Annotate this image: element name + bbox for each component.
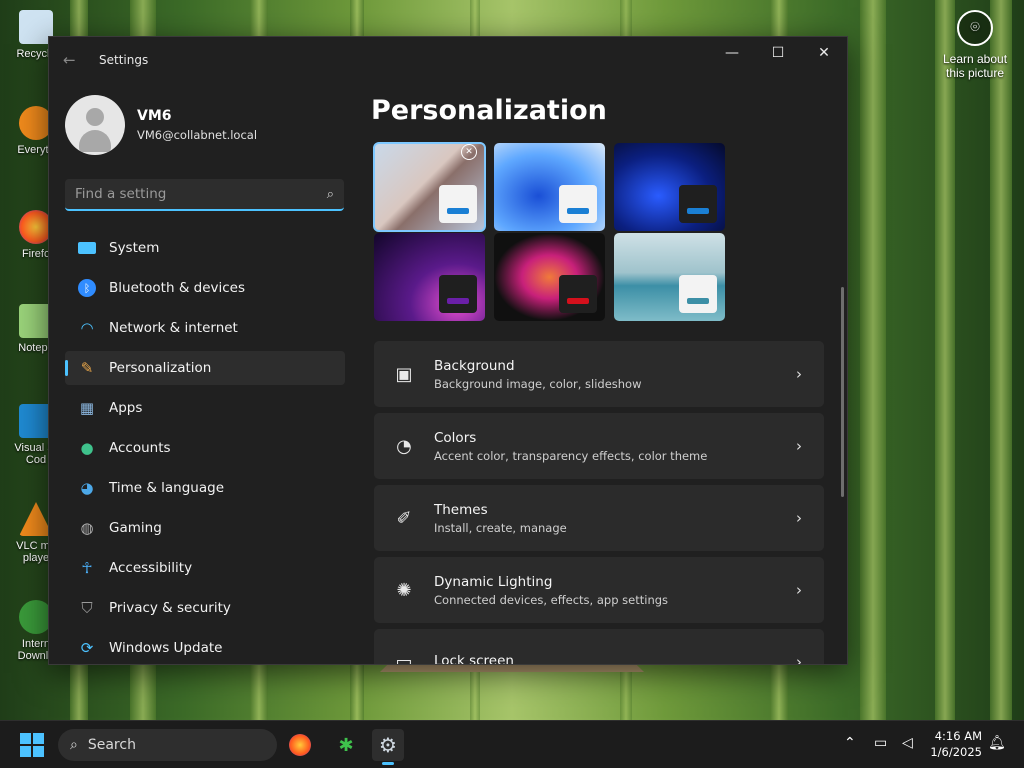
taskbar-settings[interactable]: ⚙	[372, 729, 404, 765]
chevron-up-icon[interactable]: ⌃	[844, 735, 856, 751]
taskbar: ⌕ Search ✱ ⚙ ⌃ ▭ ◁ 4:16 AM 1/6/2025 🔔︎	[0, 720, 1024, 768]
chevron-right-icon: ›	[796, 365, 802, 383]
sidebar-item-system[interactable]: System	[65, 231, 345, 265]
search-icon: ⌕	[70, 737, 78, 753]
bluetooth-icon: ᛒ	[77, 278, 97, 298]
network-icon[interactable]: ▭	[874, 735, 887, 751]
system-icon	[77, 238, 97, 258]
theme-preview-badge	[679, 185, 717, 223]
theme-preview-badge	[679, 275, 717, 313]
theme-preview-badge	[559, 185, 597, 223]
theme-gallery: ✕	[373, 142, 734, 321]
notification-bell-icon[interactable]: 🔔︎	[988, 735, 1006, 751]
theme-preview-badge	[439, 275, 477, 313]
card-colors[interactable]: ◔ Colors Accent color, transparency effe…	[374, 413, 824, 479]
sidebar-item-privacy[interactable]: ⛉ Privacy & security	[65, 591, 345, 625]
sidebar-item-time-language[interactable]: ◕ Time & language	[65, 471, 345, 505]
theme-windows-light[interactable]	[494, 143, 605, 231]
maximize-button[interactable]: ☐	[755, 37, 801, 69]
search-input[interactable]	[75, 186, 327, 202]
pen-icon: ✐	[396, 507, 412, 529]
firefox-icon	[289, 734, 311, 756]
accounts-icon: ●	[80, 439, 94, 457]
apps-icon: ▦	[79, 399, 95, 417]
back-arrow-icon[interactable]: ←	[63, 51, 81, 69]
image-icon: ▣	[395, 363, 413, 385]
delete-theme-icon[interactable]: ✕	[461, 144, 477, 160]
sidebar-nav: System ᛒ Bluetooth & devices ◠ Network &…	[65, 231, 345, 664]
taskbar-app-bug[interactable]: ✱	[330, 729, 362, 761]
camera-pin-icon: ⌾	[957, 10, 993, 46]
brush-icon: ✎	[80, 359, 94, 377]
user-name: VM6	[137, 108, 172, 124]
sidebar-item-accounts[interactable]: ● Accounts	[65, 431, 345, 465]
update-icon: ⟳	[80, 639, 94, 657]
theme-spring-blossom[interactable]: ✕	[373, 142, 486, 232]
sidebar-item-accessibility[interactable]: ☥ Accessibility	[65, 551, 345, 585]
search-icon[interactable]: ⌕	[327, 187, 334, 202]
shield-icon: ⛉	[81, 599, 93, 617]
sidebar-item-personalization[interactable]: ✎ Personalization	[65, 351, 345, 385]
avatar	[65, 95, 125, 155]
sidebar-item-gaming[interactable]: ◍ Gaming	[65, 511, 345, 545]
theme-preview-badge	[439, 185, 477, 223]
card-lock-screen[interactable]: ▭ Lock screen ›	[374, 629, 824, 665]
theme-flow[interactable]	[614, 233, 725, 321]
globe-clock-icon: ◕	[80, 479, 94, 497]
chevron-right-icon: ›	[796, 509, 802, 527]
gamepad-icon: ◍	[80, 519, 94, 537]
card-dynamic-lighting[interactable]: ✺ Dynamic Lighting Connected devices, ef…	[374, 557, 824, 623]
chevron-right-icon: ›	[796, 437, 802, 455]
window-title: Settings	[99, 53, 149, 67]
sidebar-item-bluetooth[interactable]: ᛒ Bluetooth & devices	[65, 271, 345, 305]
sidebar-item-windows-update[interactable]: ⟳ Windows Update	[65, 631, 345, 664]
volume-muted-icon[interactable]: ◁	[902, 735, 913, 751]
minimize-button[interactable]: —	[709, 37, 755, 69]
learn-about-picture[interactable]: ⌾ Learn about this picture	[934, 10, 1016, 80]
settings-window: ← Settings — ☐ ✕ VM6 VM6@collabnet.local…	[48, 36, 848, 665]
bug-icon: ✱	[338, 734, 354, 756]
theme-preview-badge	[559, 275, 597, 313]
gear-icon: ⚙	[379, 733, 397, 757]
sidebar-item-network[interactable]: ◠ Network & internet	[65, 311, 345, 345]
chevron-right-icon: ›	[796, 653, 802, 665]
find-setting-search[interactable]: ⌕	[65, 179, 344, 211]
clock[interactable]: 4:16 AM 1/6/2025	[930, 728, 982, 760]
lighting-icon: ✺	[396, 579, 412, 601]
palette-icon: ◔	[396, 435, 412, 457]
chevron-right-icon: ›	[796, 581, 802, 599]
card-themes[interactable]: ✐ Themes Install, create, manage ›	[374, 485, 824, 551]
lock-screen-icon: ▭	[395, 651, 413, 665]
page-title: Personalization	[371, 95, 607, 126]
user-email: VM6@collabnet.local	[137, 128, 258, 142]
user-profile[interactable]: VM6 VM6@collabnet.local	[65, 95, 257, 155]
theme-captured-motion[interactable]	[494, 233, 605, 321]
taskbar-firefox[interactable]	[284, 729, 316, 761]
accessibility-icon: ☥	[81, 559, 93, 577]
title-bar[interactable]: ← Settings — ☐ ✕	[49, 37, 847, 85]
wifi-icon: ◠	[80, 319, 94, 337]
taskbar-search[interactable]: ⌕ Search	[58, 729, 277, 761]
sidebar-item-apps[interactable]: ▦ Apps	[65, 391, 345, 425]
theme-glow[interactable]	[374, 233, 485, 321]
close-button[interactable]: ✕	[801, 37, 847, 69]
start-button[interactable]	[20, 733, 44, 757]
scrollbar[interactable]	[841, 287, 844, 497]
theme-windows-dark[interactable]	[614, 143, 725, 231]
card-background[interactable]: ▣ Background Background image, color, sl…	[374, 341, 824, 407]
